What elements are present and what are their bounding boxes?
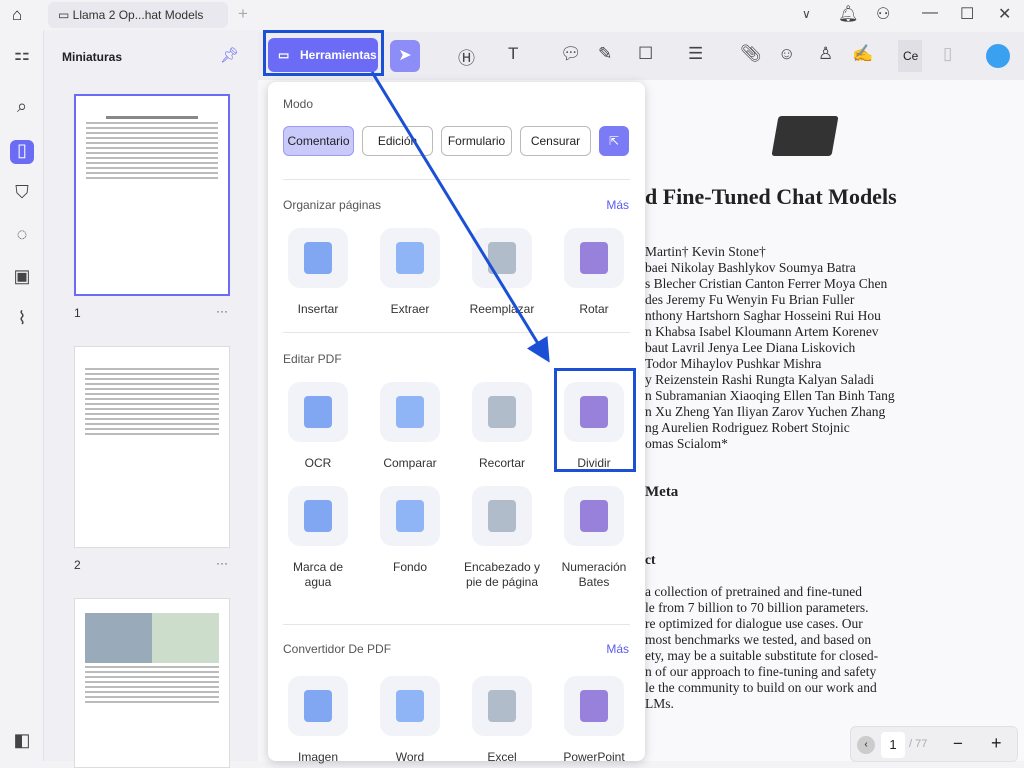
page-total: / 77 (909, 738, 928, 750)
zoom-in-button[interactable]: + (991, 733, 1002, 754)
page-input[interactable]: 1 (881, 732, 905, 758)
annotation-arrow (370, 71, 550, 363)
prev-page-button[interactable]: ‹ (857, 736, 875, 754)
page-navigator: ‹ 1 / 77 − + (850, 726, 1018, 762)
zoom-out-button[interactable]: − (953, 734, 963, 754)
